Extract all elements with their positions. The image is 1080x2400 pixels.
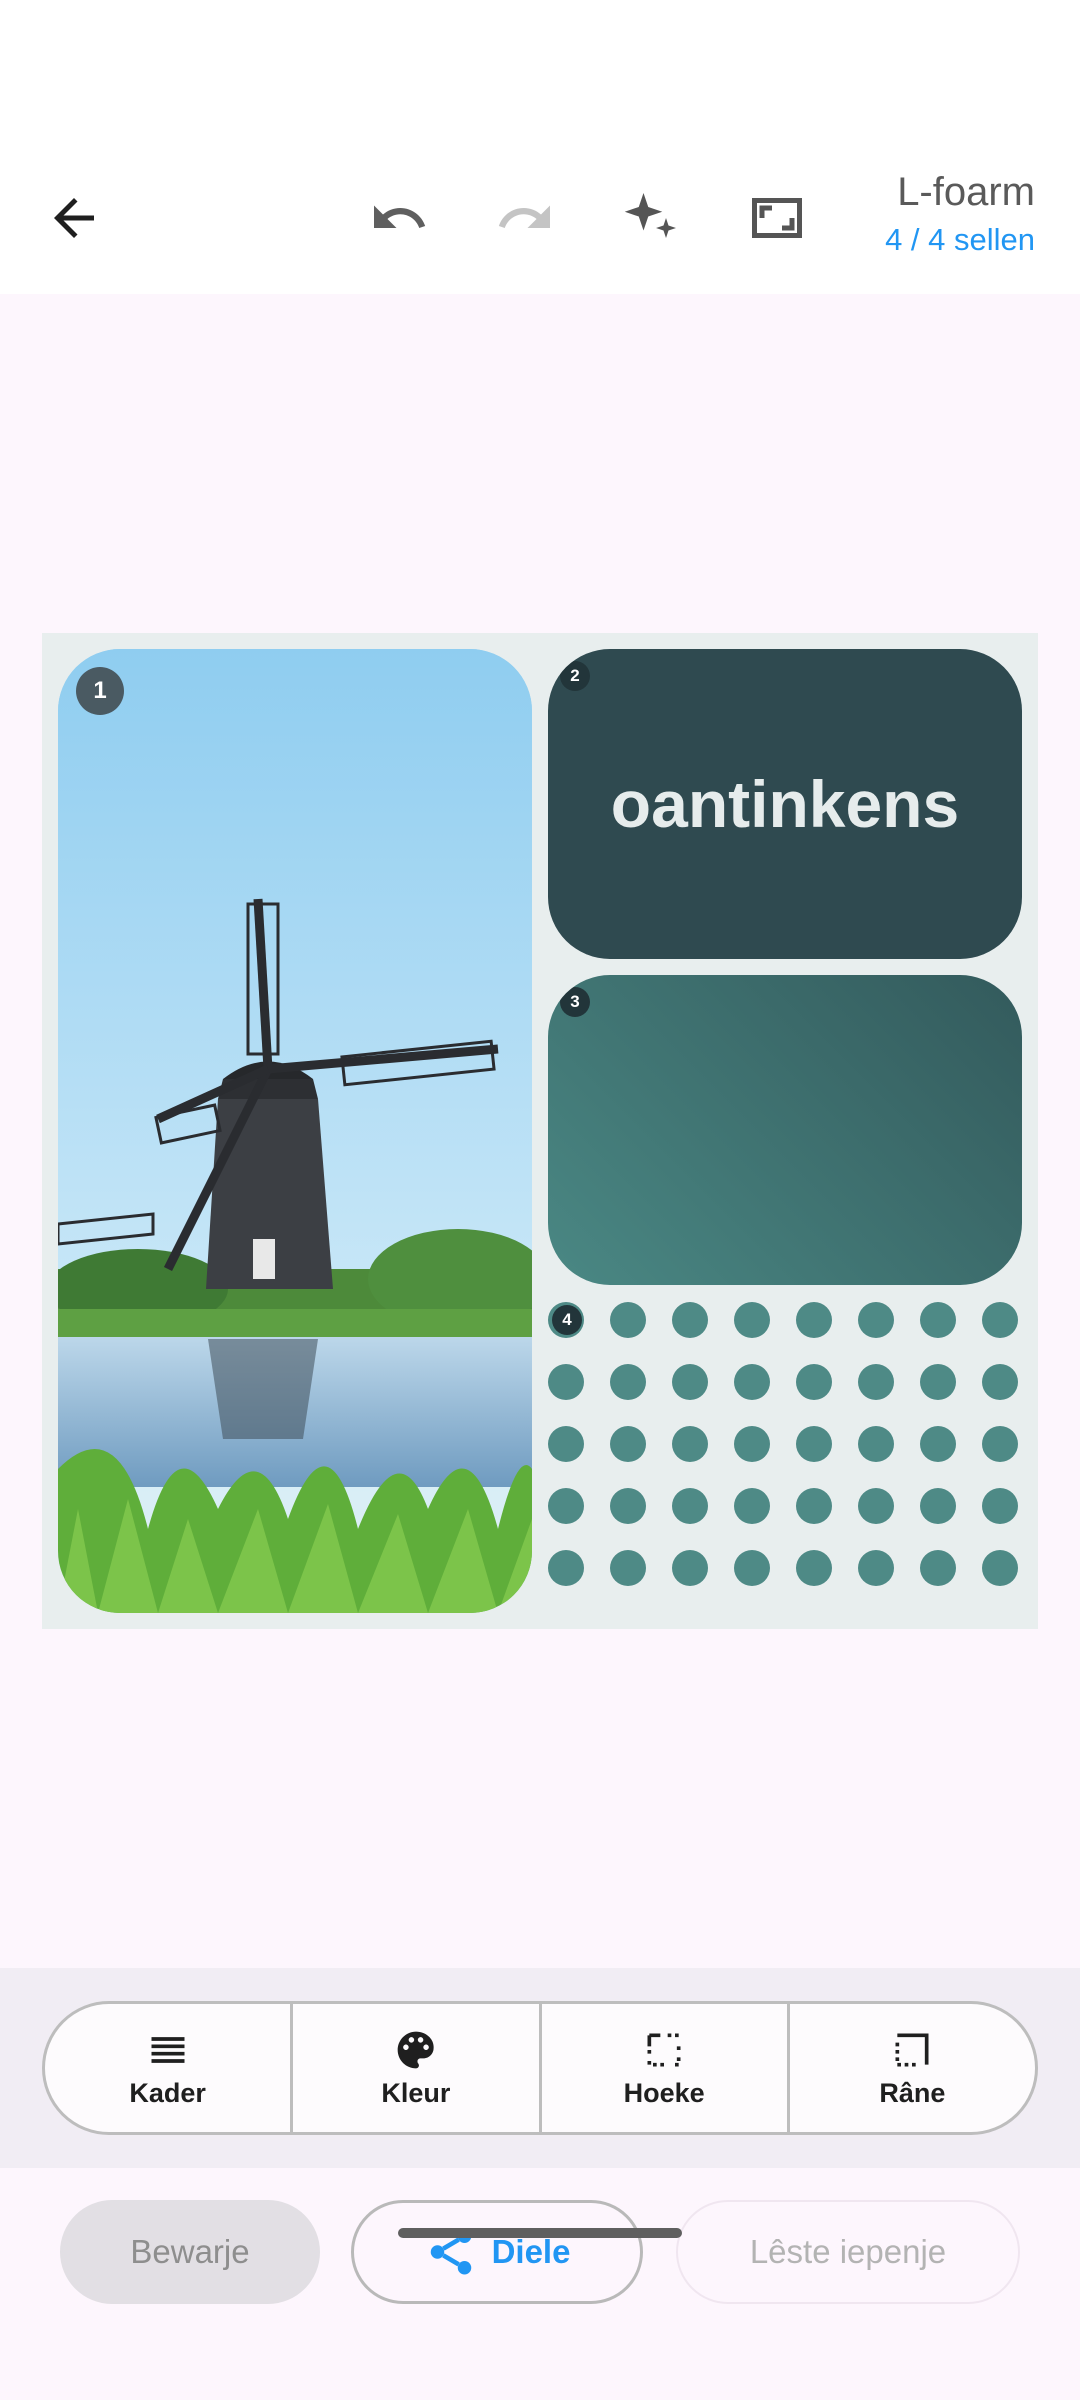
tool-borders[interactable]: Râne <box>790 2004 1035 2132</box>
windmill-photo <box>58 649 532 1613</box>
redo-icon <box>498 205 550 228</box>
tool-color[interactable]: Kleur <box>293 2004 542 2132</box>
tool-segmented-control: Kader Kleur Hoeke Râne <box>42 2001 1038 2135</box>
corner-icon <box>647 2033 681 2066</box>
palette-icon <box>397 2031 434 2068</box>
tool-color-label: Kleur <box>381 2077 451 2108</box>
cell-number-3: 3 <box>560 987 590 1017</box>
undo-button[interactable] <box>351 170 447 266</box>
tool-frame[interactable]: Kader <box>45 2004 294 2132</box>
share-label: Diele <box>491 2233 571 2270</box>
layers-icon <box>151 2036 185 2063</box>
back-button[interactable] <box>26 170 122 266</box>
collage: 1 oantinkens 2 3 4 <box>42 633 1038 1629</box>
tool-corners[interactable]: Hoeke <box>542 2004 790 2132</box>
cell-number-4: 4 <box>552 1305 582 1335</box>
cell-count: 4 / 4 sellen <box>885 222 1035 257</box>
sparkle-icon <box>624 193 676 238</box>
collage-text[interactable]: oantinkens <box>611 766 959 842</box>
status-bar <box>0 0 1080 150</box>
home-indicator[interactable] <box>398 2228 682 2238</box>
aspect-ratio-button[interactable] <box>729 170 825 266</box>
top-app-bar: L-foarm 4 / 4 sellen <box>0 150 1080 294</box>
save-button[interactable]: Bewarje <box>60 2200 320 2304</box>
cell-text[interactable]: oantinkens 2 <box>548 649 1022 959</box>
tool-borders-label: Râne <box>879 2077 946 2108</box>
cell-number-1: 1 <box>76 667 124 715</box>
cell-gradient[interactable]: 3 <box>548 975 1022 1285</box>
tool-frame-label: Kader <box>129 2077 206 2108</box>
tool-corners-label: Hoeke <box>623 2077 705 2108</box>
share-button[interactable]: Diele <box>351 2200 643 2304</box>
aspect-ratio-icon <box>752 198 802 238</box>
undo-icon <box>374 205 426 228</box>
title-block: L-foarm 4 / 4 sellen <box>885 168 1035 260</box>
redo-button[interactable] <box>477 170 573 266</box>
tool-strip: Kader Kleur Hoeke Râne <box>0 1968 1080 2168</box>
dot-pattern <box>548 1302 1018 1586</box>
magic-button[interactable] <box>603 170 699 266</box>
cell-number-2: 2 <box>560 661 590 691</box>
back-arrow-icon <box>54 198 94 238</box>
action-bar: Bewarje Diele Lêste iepenje <box>0 2168 1080 2400</box>
layout-title: L-foarm <box>897 170 1035 214</box>
cell-photo[interactable]: 1 <box>58 649 532 1613</box>
border-icon <box>895 2033 929 2066</box>
cell-dots[interactable]: 4 <box>548 1301 1022 1613</box>
last-opened-button[interactable]: Lêste iepenje <box>676 2200 1020 2304</box>
